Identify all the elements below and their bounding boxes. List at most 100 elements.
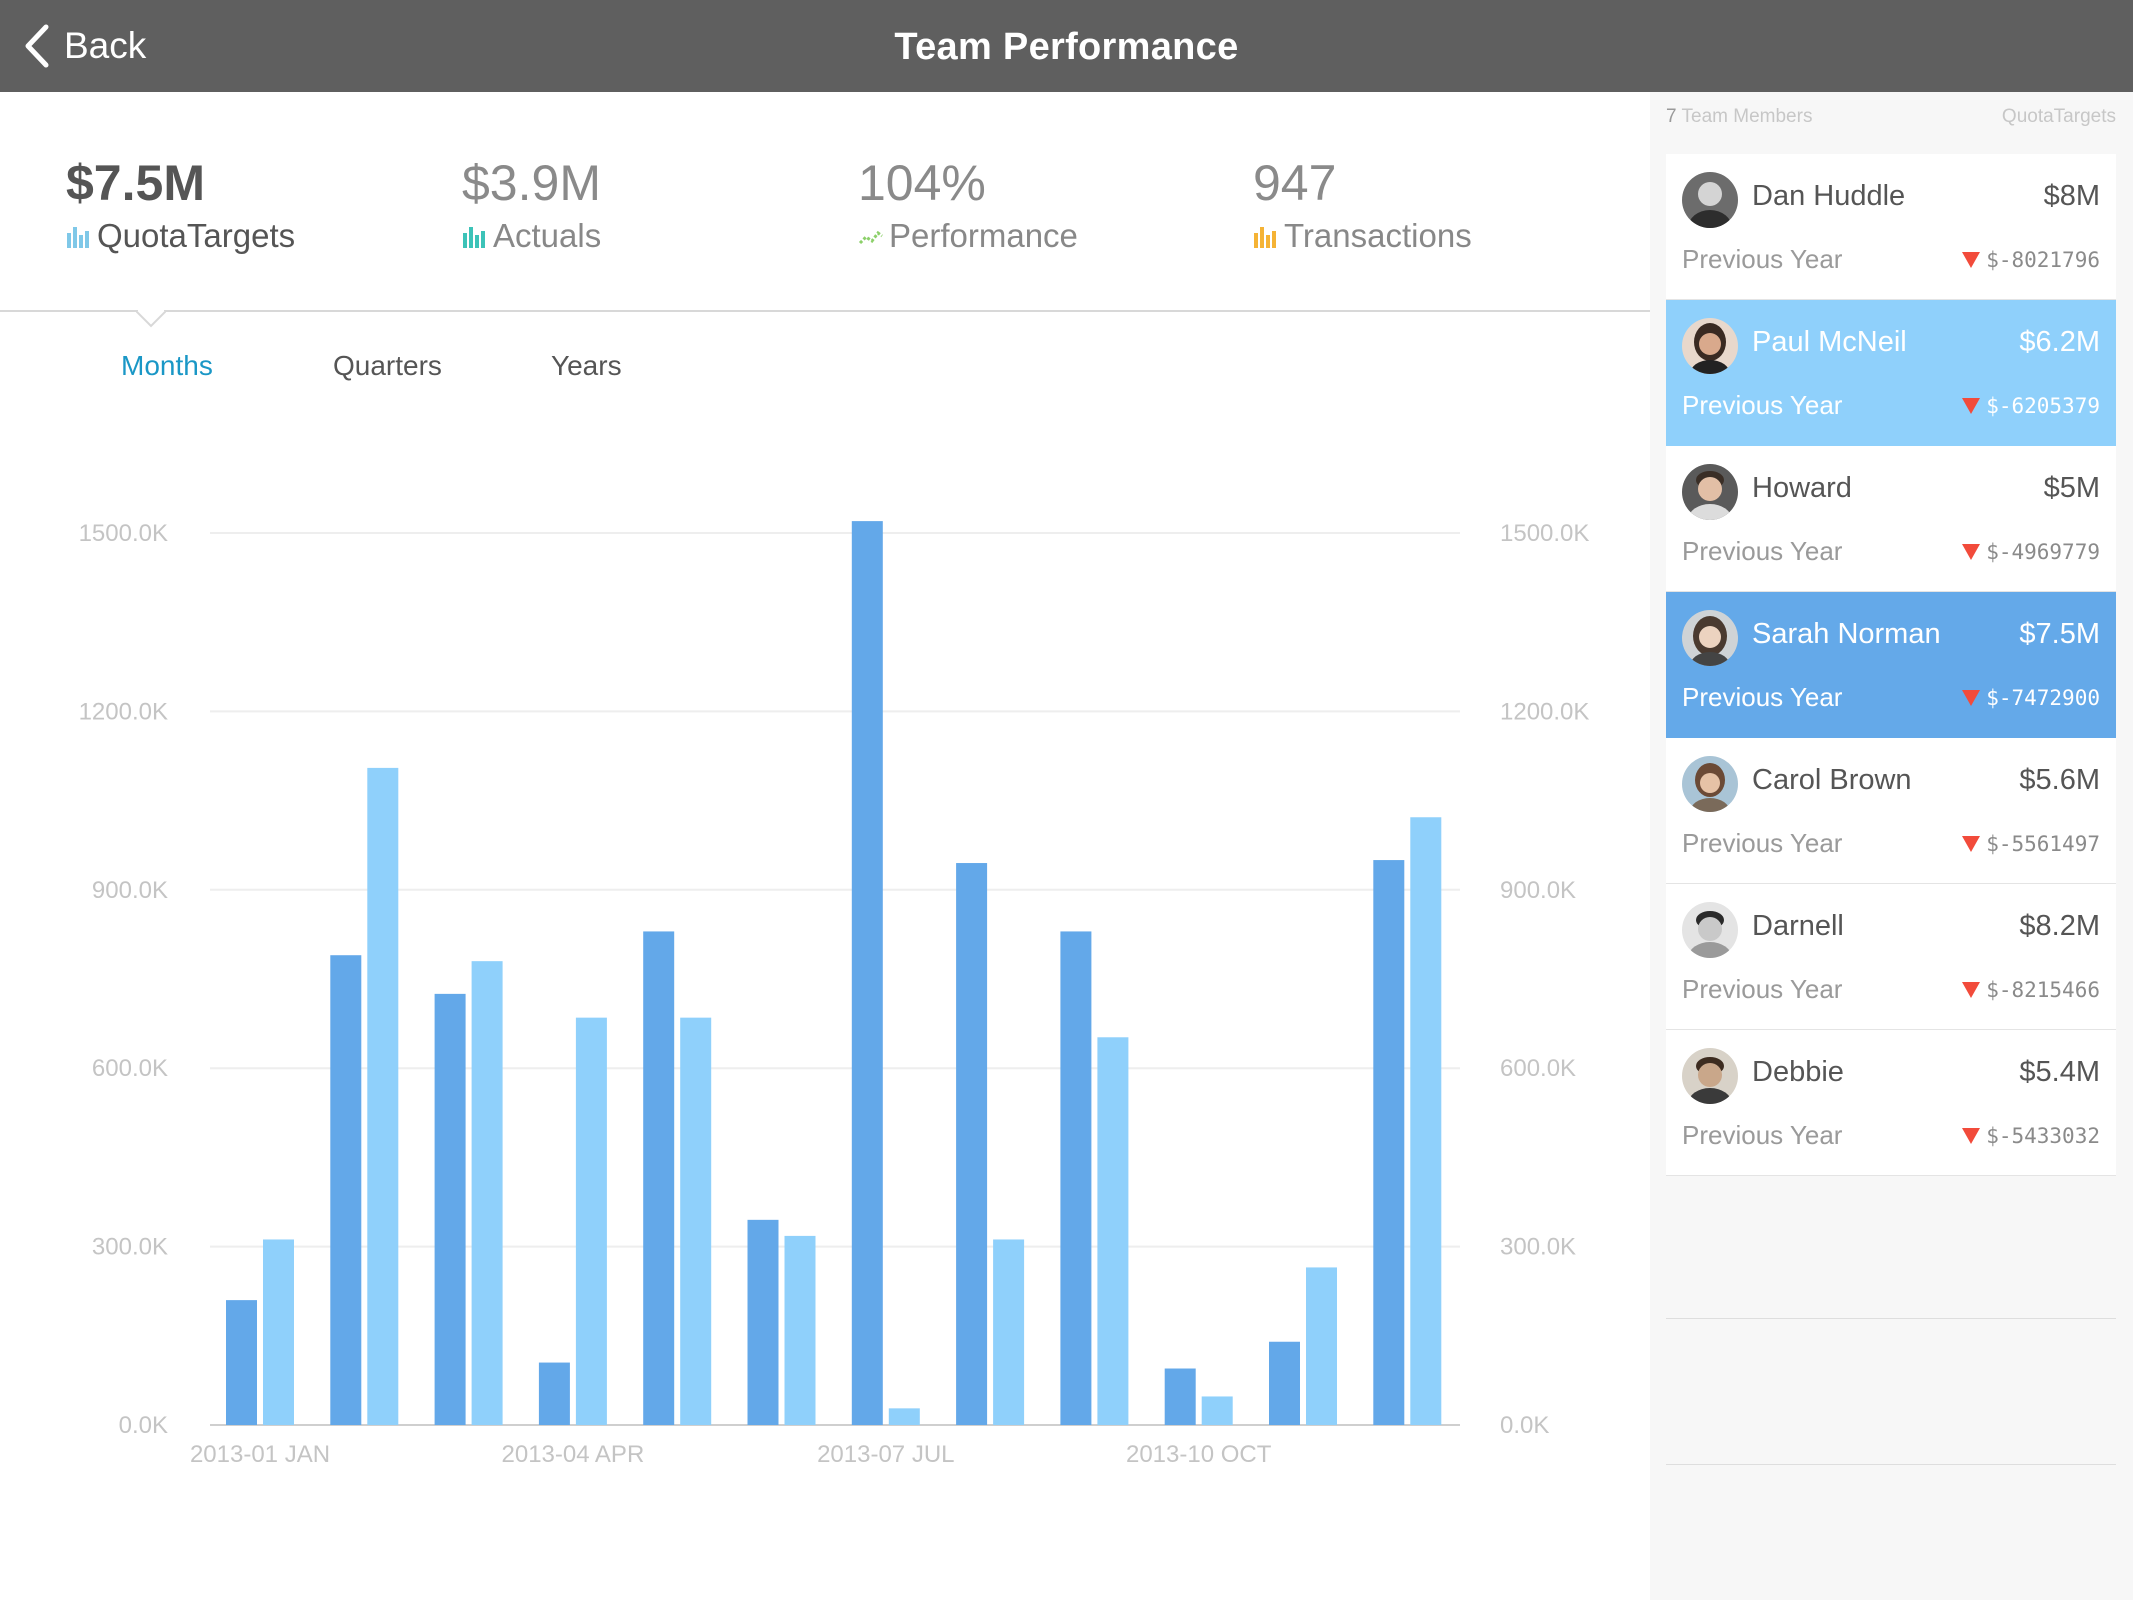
sidebar-column-label: QuotaTargets [2001,106,2116,127]
bar [575,1017,607,1425]
member-amount: $5M [2043,472,2100,504]
member-delta-value: $-8215466 [1986,978,2100,1002]
kpi-label: Transactions [1253,214,1472,258]
back-button[interactable]: Back [22,18,146,74]
down-triangle-icon [1962,398,1981,414]
y-tick-label-right: 1500.0K [1500,520,1589,547]
member-card[interactable]: Debbie $5.4M Previous Year $-5433032 [1666,1030,2116,1176]
kpi-label-text: Actuals [493,217,602,254]
member-card[interactable]: Darnell $8.2M Previous Year $-8215466 [1666,884,2116,1030]
list-separator [1666,1464,2116,1465]
member-amount: $6.2M [2019,326,2100,358]
y-tick-label-left: 0.0K [119,1412,168,1439]
member-count: 7 [1666,106,1677,127]
avatar [1682,756,1738,812]
y-tick-label-left: 600.0K [92,1055,168,1082]
y-tick-label-left: 1500.0K [79,520,168,547]
member-card[interactable]: Dan Huddle $8M Previous Year $-8021796 [1666,154,2116,300]
bar [1306,1267,1337,1425]
member-delta-value: $-6205379 [1986,394,2100,418]
member-name: Dan Huddle [1752,180,1906,212]
member-delta: $-8215466 [1962,978,2100,1002]
x-tick-label: 2013-01 JAN [190,1441,330,1468]
member-amount: $5.6M [2019,764,2100,796]
team-sidebar: 7 Team Members QuotaTargets Dan Huddle $… [1650,92,2133,1600]
bar [330,955,362,1425]
kpi-label: Actuals [462,214,601,258]
kpi-transactions[interactable]: 947 Transactions [1253,152,1472,258]
member-name: Paul McNeil [1752,326,1907,358]
member-delta-value: $-7472900 [1986,686,2100,710]
member-delta: $-6205379 [1962,394,2100,418]
member-delta-value: $-5561497 [1986,832,2100,856]
down-triangle-icon [1962,690,1981,706]
avatar [1682,318,1738,374]
avatar [1682,464,1738,520]
down-triangle-icon [1962,544,1981,560]
y-tick-label-left: 300.0K [92,1234,168,1261]
avatar [1682,1048,1738,1104]
bar-chart: 1500.0K 1500.0K 1200.0K 1200.0K 900.0K 900.0K… [79,520,1590,1468]
member-delta: $-5433032 [1962,1124,2100,1148]
y-tick-label-right: 600.0K [1500,1055,1576,1082]
x-tick-label: 2013-10 OCT [1126,1441,1272,1468]
bar [888,1408,920,1425]
y-tick-label-right: 300.0K [1500,1234,1576,1261]
tab-quarters[interactable]: Quarters [333,350,442,382]
member-name: Debbie [1752,1056,1844,1088]
page-title: Team Performance [894,26,1239,68]
bar [1410,817,1442,1425]
member-name: Carol Brown [1752,764,1912,796]
member-delta-value: $-8021796 [1986,248,2100,272]
bar [1164,1368,1196,1425]
down-triangle-icon [1962,836,1981,852]
sidebar-header: 7 Team Members QuotaTargets [1666,106,2116,128]
kpi-actuals[interactable]: $3.9M Actuals [462,152,601,258]
avatar [1682,902,1738,958]
bar [226,1300,257,1425]
member-count-label: Team Members [1681,106,1813,127]
bar [784,1235,816,1425]
line-chart-icon [858,230,883,245]
bar [993,1239,1025,1425]
kpi-performance[interactable]: 104% Performance [858,152,1078,258]
member-delta-value: $-5433032 [1986,1124,2100,1148]
kpi-quota-targets[interactable]: $7.5M QuotaTargets [66,152,295,258]
avatar [1682,610,1738,666]
bar [1097,1037,1129,1425]
list-separator [1666,1318,2116,1319]
member-card[interactable]: Carol Brown $5.6M Previous Year $-556149… [1666,738,2116,884]
member-amount: $8.2M [2019,910,2100,942]
bar [538,1362,570,1425]
bar [680,1017,712,1425]
member-card[interactable]: Howard $5M Previous Year $-4969779 [1666,446,2116,592]
bar-chart-icon [463,227,485,248]
kpi-label-text: Transactions [1284,217,1472,254]
tab-years[interactable]: Years [551,350,622,382]
kpi-value: 947 [1253,155,1337,211]
top-bar: Back Team Performance [0,0,2133,92]
previous-year-label: Previous Year [1682,828,1843,858]
member-delta: $-4969779 [1962,540,2100,564]
selection-notch-icon [136,310,166,328]
down-triangle-icon [1962,252,1981,268]
down-triangle-icon [1962,1128,1981,1144]
previous-year-label: Previous Year [1682,682,1843,712]
bar [263,1239,294,1425]
bar [434,993,466,1425]
member-card[interactable]: Sarah Norman $7.5M Previous Year $-74729… [1666,592,2116,738]
kpi-label: QuotaTargets [66,214,295,258]
x-tick-label: 2013-07 JUL [817,1441,954,1468]
tab-months[interactable]: Months [121,350,213,382]
member-delta: $-7472900 [1962,686,2100,710]
kpi-label: Performance [858,214,1078,258]
member-name: Darnell [1752,910,1844,942]
y-tick-label-right: 1200.0K [1500,698,1589,725]
bar [1060,931,1092,1425]
member-card[interactable]: Paul McNeil $6.2M Previous Year $-620537… [1666,300,2116,446]
member-delta-value: $-4969779 [1986,540,2100,564]
member-amount: $5.4M [2019,1056,2100,1088]
bar [747,1219,779,1425]
y-tick-label-right: 900.0K [1500,877,1576,904]
back-label: Back [64,25,147,66]
